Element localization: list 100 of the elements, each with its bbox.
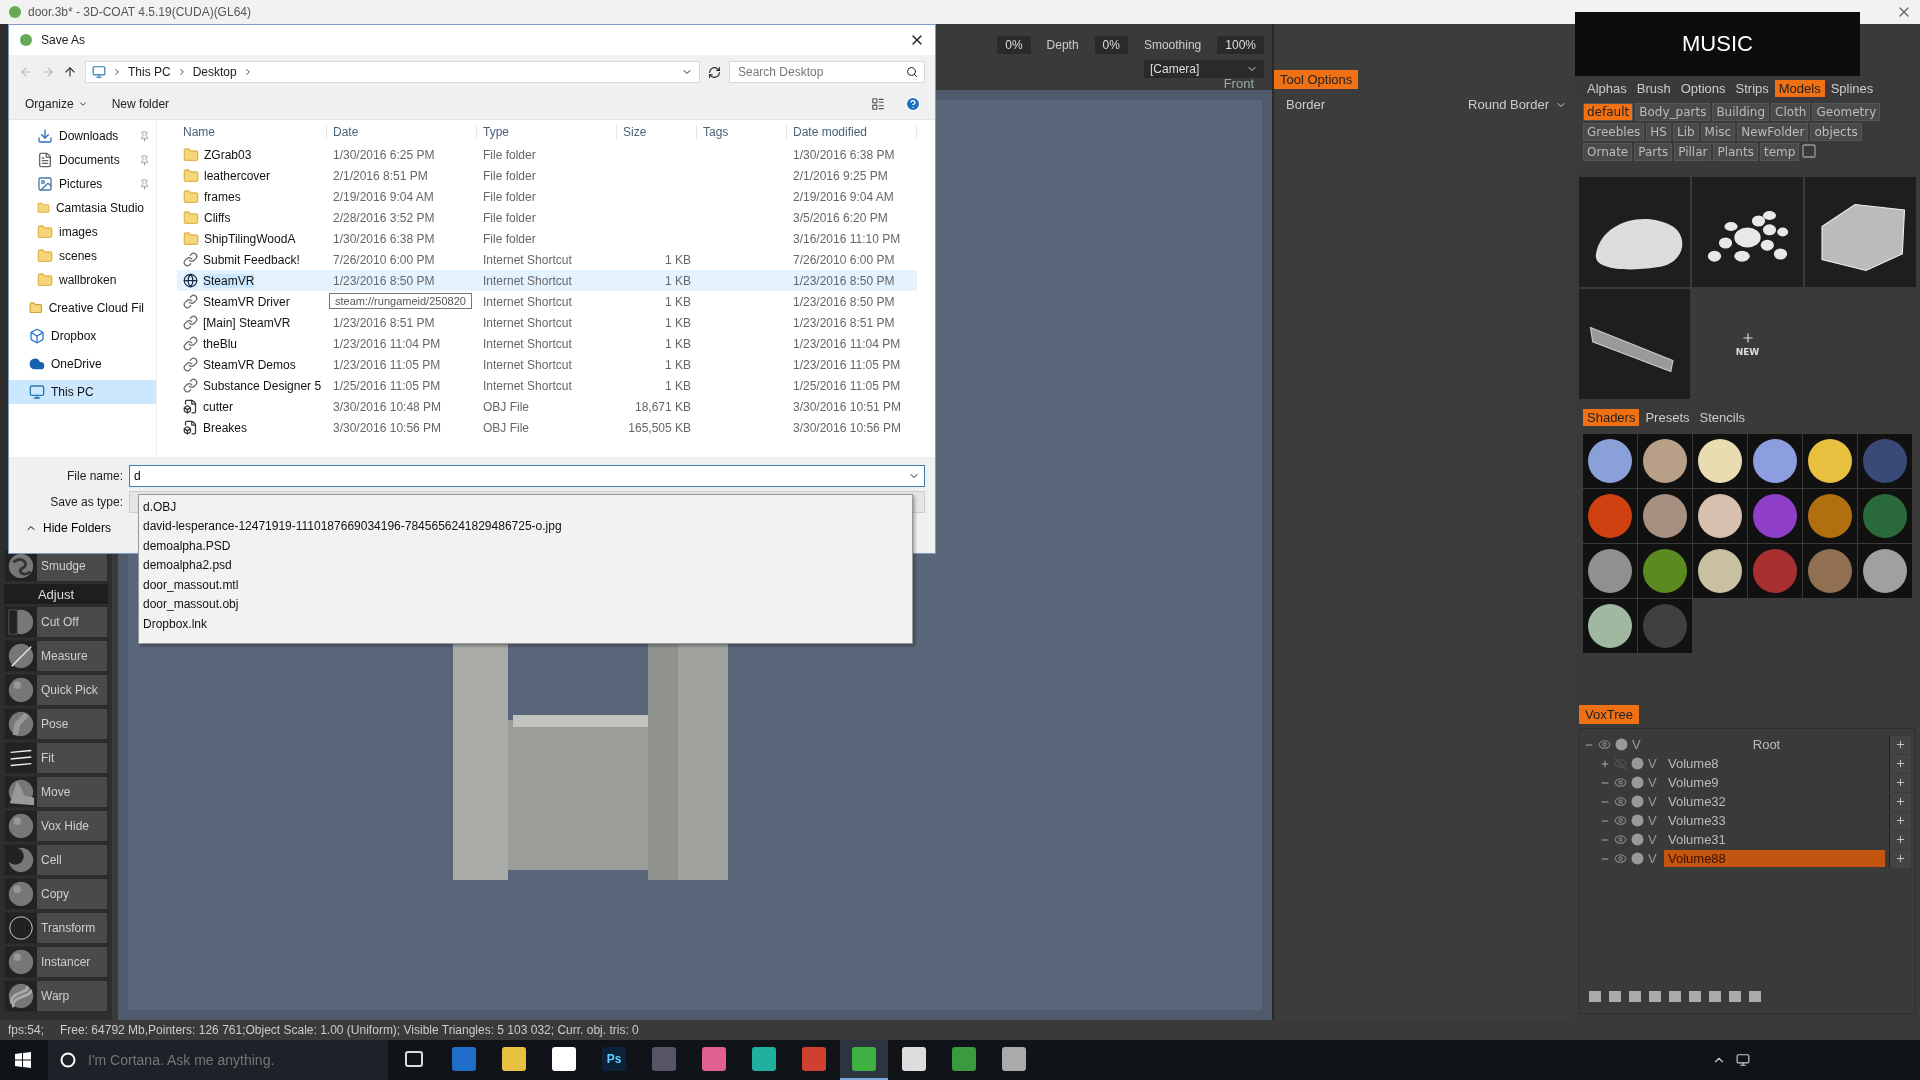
column-header[interactable]: Tags	[697, 125, 787, 139]
address-bar[interactable]: This PC Desktop	[85, 61, 700, 83]
add-button[interactable]	[1889, 754, 1911, 773]
file-name[interactable]: [Main] SteamVR	[203, 315, 291, 330]
folder-tab[interactable]: Ornate	[1583, 143, 1633, 161]
suggestion-item[interactable]: demoalpha2.psd	[143, 555, 908, 575]
model-thumbnail[interactable]	[1805, 177, 1916, 287]
library-tab[interactable]: Alphas	[1583, 80, 1631, 97]
library-tab[interactable]: Brush	[1632, 80, 1675, 97]
tree-item[interactable]: Volume33	[1664, 812, 1885, 829]
search-field[interactable]: Search Desktop	[729, 61, 925, 83]
folder-tab[interactable]: NewFolder	[1737, 123, 1809, 141]
file-name[interactable]: ZGrab03	[204, 147, 252, 162]
folder-tab[interactable]: temp	[1759, 143, 1800, 161]
eye-icon[interactable]	[1614, 833, 1627, 846]
eye-icon[interactable]	[1614, 852, 1627, 865]
tree-item[interactable]: Volume32	[1664, 793, 1885, 810]
folder-tab[interactable]: Plants	[1713, 143, 1758, 161]
eye-icon[interactable]	[1614, 814, 1627, 827]
folder-tab[interactable]: Cloth	[1771, 103, 1811, 121]
folder-tab[interactable]: default	[1583, 103, 1634, 121]
camera-dropdown[interactable]: [Camera]	[1144, 60, 1264, 78]
model-thumbnail[interactable]	[1579, 177, 1690, 287]
eye-icon[interactable]	[1614, 776, 1627, 789]
tool-button[interactable]: Vox Hide	[4, 810, 108, 842]
suggestion-item[interactable]: door_massout.obj	[143, 594, 908, 614]
nav-item[interactable]: OneDrive	[9, 352, 156, 376]
file-name[interactable]: Substance Designer 5	[203, 378, 322, 393]
panel-tab[interactable]: Shaders	[1583, 409, 1640, 426]
add-button[interactable]	[1889, 792, 1911, 811]
panel-tab[interactable]: Presets	[1641, 409, 1694, 426]
value-field[interactable]: 0%	[1094, 36, 1128, 54]
add-button[interactable]	[1889, 735, 1911, 754]
tree-item[interactable]: Volume31	[1664, 831, 1885, 848]
library-tab[interactable]: Splines	[1826, 80, 1878, 97]
tool-button[interactable]: Warp	[4, 980, 108, 1012]
folder-tab[interactable]: Greebles	[1583, 123, 1645, 141]
suggestion-item[interactable]: david-lesperance-12471919-1110187669034196-7845656241829486725-o.jpg	[143, 516, 908, 536]
new-folder-button[interactable]: New folder	[109, 95, 172, 113]
suggestion-item[interactable]: d.OBJ	[143, 497, 908, 517]
nav-item[interactable]: Pictures	[9, 172, 156, 196]
column-header[interactable]: Date modified	[787, 125, 917, 139]
file-name[interactable]: SteamVR Driver	[203, 294, 290, 309]
nav-item[interactable]: Downloads	[9, 124, 156, 148]
panel-tab[interactable]: VoxTree	[1579, 705, 1639, 724]
tool-button[interactable]: Cell	[4, 844, 108, 876]
panel-tab[interactable]: Tool Options	[1274, 70, 1359, 89]
library-tab[interactable]: Models	[1774, 80, 1825, 97]
search-input[interactable]: I'm Cortana. Ask me anything.	[86, 1051, 376, 1069]
nav-item[interactable]: images	[9, 220, 156, 244]
tree-item[interactable]: Volume88	[1664, 850, 1885, 867]
file-name[interactable]: leathercover	[204, 168, 271, 183]
taskbar-app[interactable]: Ps	[590, 1040, 638, 1080]
suggestion-item[interactable]: demoalpha.PSD	[143, 536, 908, 556]
folder-tab[interactable]: HS	[1646, 123, 1671, 141]
file-name[interactable]: frames	[204, 189, 241, 204]
column-header[interactable]: Date	[327, 125, 477, 139]
tool-button[interactable]: Pose	[4, 708, 108, 740]
monitor-icon[interactable]	[1736, 1053, 1750, 1067]
nav-item[interactable]: Creative Cloud Fil	[9, 296, 156, 320]
nav-item[interactable]: Documents	[9, 148, 156, 172]
value-field[interactable]: 100%	[1217, 36, 1264, 54]
file-name[interactable]: theBlu	[203, 336, 238, 351]
folder-tab[interactable]: Body_parts	[1635, 103, 1711, 121]
suggestion-item[interactable]: door_massout.mtl	[143, 575, 908, 595]
eye-icon[interactable]	[1614, 795, 1627, 808]
view-icon[interactable]	[871, 97, 885, 111]
tool-button[interactable]: Move	[4, 776, 108, 808]
nav-item[interactable]: scenes	[9, 244, 156, 268]
tool-button[interactable]: Fit	[4, 742, 108, 774]
add-button[interactable]	[1889, 849, 1911, 868]
folder-tab[interactable]: Parts	[1634, 143, 1673, 161]
file-name[interactable]: Submit Feedback!	[203, 252, 300, 267]
nav-item[interactable]: Camtasia Studio	[9, 196, 156, 220]
suggestion-item[interactable]: Dropbox.lnk	[143, 614, 908, 634]
folder-tab[interactable]: Geometry	[1812, 103, 1881, 121]
add-folder-icon[interactable]	[1801, 143, 1818, 159]
column-header[interactable]: Size	[617, 125, 697, 139]
add-button[interactable]	[1889, 773, 1911, 792]
library-tab[interactable]: Strips	[1731, 80, 1773, 97]
nav-item[interactable]: This PC	[9, 380, 156, 404]
breadcrumb[interactable]: Desktop	[192, 65, 237, 79]
library-tab[interactable]: Options	[1676, 80, 1730, 97]
model-thumbnail[interactable]	[1692, 177, 1803, 287]
file-name[interactable]: cutter	[203, 399, 233, 414]
up-icon[interactable]	[63, 65, 77, 79]
nav-item[interactable]: wallbroken	[9, 268, 156, 292]
model-thumbnail[interactable]	[1579, 289, 1690, 399]
folder-tab[interactable]: Lib	[1672, 123, 1699, 141]
tool-button[interactable]: Copy	[4, 878, 108, 910]
add-button[interactable]	[1889, 811, 1911, 830]
panel-tab[interactable]: Stencils	[1695, 409, 1750, 426]
folder-tab[interactable]: Pillar	[1674, 143, 1712, 161]
file-name[interactable]: SteamVR	[203, 273, 255, 288]
folder-tab[interactable]: objects	[1810, 123, 1862, 141]
tool-button[interactable]: Instancer	[4, 946, 108, 978]
search-field[interactable]: I'm Cortana. Ask me anything.	[48, 1040, 388, 1080]
column-header[interactable]: Name	[177, 125, 327, 139]
refresh-icon[interactable]	[708, 65, 721, 79]
folder-tab[interactable]: Misc	[1700, 123, 1736, 141]
